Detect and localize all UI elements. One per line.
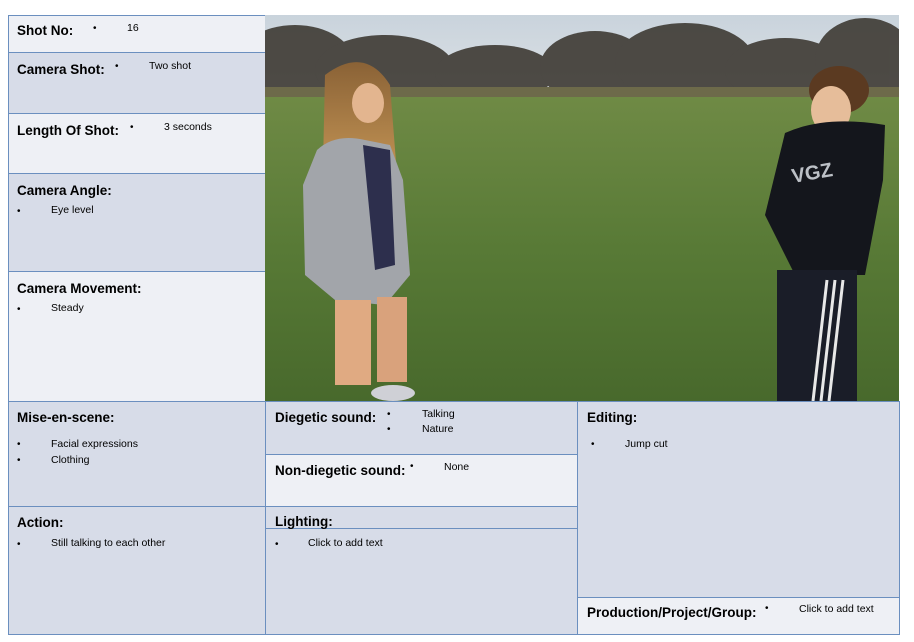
action-cell: Action: • Still talking to each other	[8, 506, 266, 635]
diegetic-sound-item[interactable]: Nature	[422, 423, 454, 435]
bullet: •	[115, 61, 119, 72]
camera-shot-value[interactable]: Two shot	[149, 60, 191, 72]
bullet: •	[17, 439, 21, 450]
bullet: •	[17, 539, 21, 550]
bullet: •	[17, 304, 21, 315]
shot-no-value[interactable]: 16	[127, 22, 139, 34]
mise-en-scene-item[interactable]: Facial expressions	[51, 438, 138, 450]
length-of-shot-cell: Length Of Shot: • 3 seconds	[8, 113, 266, 174]
shot-no-label: Shot No:	[17, 23, 74, 38]
camera-angle-cell: Camera Angle: • Eye level	[8, 173, 266, 272]
mise-en-scene-cell: Mise-en-scene: • Facial expressions • Cl…	[8, 401, 266, 507]
editing-label: Editing:	[587, 410, 638, 425]
editing-cell: Editing: • Jump cut	[577, 401, 900, 598]
shot-no-cell: Shot No: • 16	[8, 15, 266, 53]
non-diegetic-sound-cell: Non-diegetic sound: • None	[265, 454, 578, 507]
mise-en-scene-label: Mise-en-scene:	[17, 410, 115, 425]
bullet: •	[410, 461, 414, 472]
bullet: •	[387, 409, 391, 420]
camera-movement-value[interactable]: Steady	[51, 302, 84, 314]
diegetic-sound-item[interactable]: Talking	[422, 408, 455, 420]
camera-movement-cell: Camera Movement: • Steady	[8, 271, 266, 402]
bullet: •	[130, 122, 134, 133]
lighting-label: Lighting:	[275, 514, 333, 529]
diegetic-sound-label: Diegetic sound:	[275, 410, 377, 425]
camera-shot-cell: Camera Shot: • Two shot	[8, 52, 266, 114]
length-of-shot-value[interactable]: 3 seconds	[164, 121, 212, 133]
camera-angle-label: Camera Angle:	[17, 183, 112, 198]
camera-movement-label: Camera Movement:	[17, 281, 142, 296]
length-of-shot-label: Length Of Shot:	[17, 123, 119, 138]
shot-photo: VGZ	[265, 15, 899, 401]
bullet: •	[765, 603, 769, 614]
diegetic-sound-cell: Diegetic sound: • Talking • Nature	[265, 401, 578, 455]
non-diegetic-sound-value[interactable]: None	[444, 461, 469, 473]
mise-en-scene-item[interactable]: Clothing	[51, 454, 90, 466]
editing-value[interactable]: Jump cut	[625, 438, 668, 450]
lighting-cell: Lighting: • Click to add text	[265, 506, 578, 635]
non-diegetic-sound-label: Non-diegetic sound:	[275, 463, 406, 478]
production-cell: Production/Project/Group: • Click to add…	[577, 597, 900, 635]
camera-angle-value[interactable]: Eye level	[51, 204, 94, 216]
bullet: •	[591, 439, 595, 450]
bullet: •	[275, 539, 279, 550]
camera-shot-label: Camera Shot:	[17, 62, 105, 77]
production-value[interactable]: Click to add text	[799, 603, 874, 615]
action-label: Action:	[17, 515, 64, 530]
bullet: •	[17, 455, 21, 466]
lighting-value[interactable]: Click to add text	[308, 537, 383, 549]
bullet: •	[93, 23, 97, 34]
bullet: •	[17, 206, 21, 217]
action-value[interactable]: Still talking to each other	[51, 537, 165, 549]
production-label: Production/Project/Group:	[587, 605, 757, 620]
bullet: •	[387, 424, 391, 435]
